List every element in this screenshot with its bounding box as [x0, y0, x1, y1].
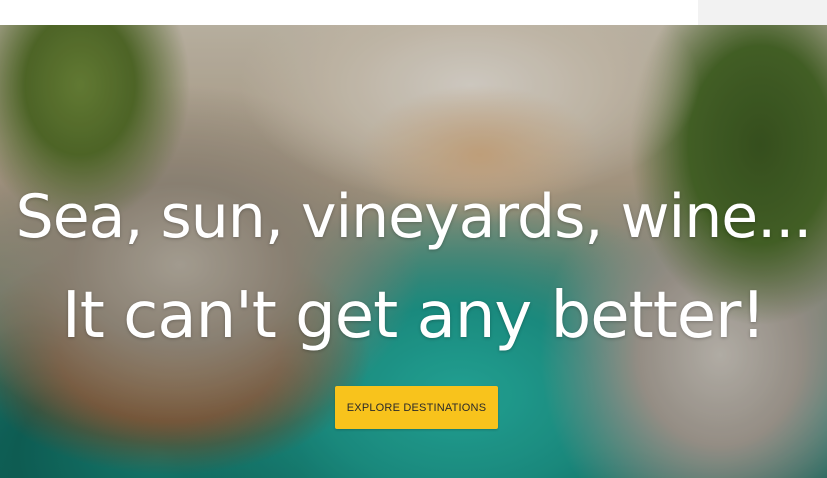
hero-banner: Sea, sun, vineyards, wine... It can't ge…: [0, 25, 827, 478]
hero-headline-line1: Sea, sun, vineyards, wine...: [15, 182, 813, 252]
explore-destinations-button[interactable]: EXPLORE DESTINATIONS: [335, 386, 498, 429]
page: Sea, sun, vineyards, wine... It can't ge…: [0, 0, 827, 478]
hero-headline-line2: It can't get any better!: [61, 279, 766, 353]
top-bar-right-area: [698, 0, 827, 25]
top-bar: [0, 0, 827, 25]
